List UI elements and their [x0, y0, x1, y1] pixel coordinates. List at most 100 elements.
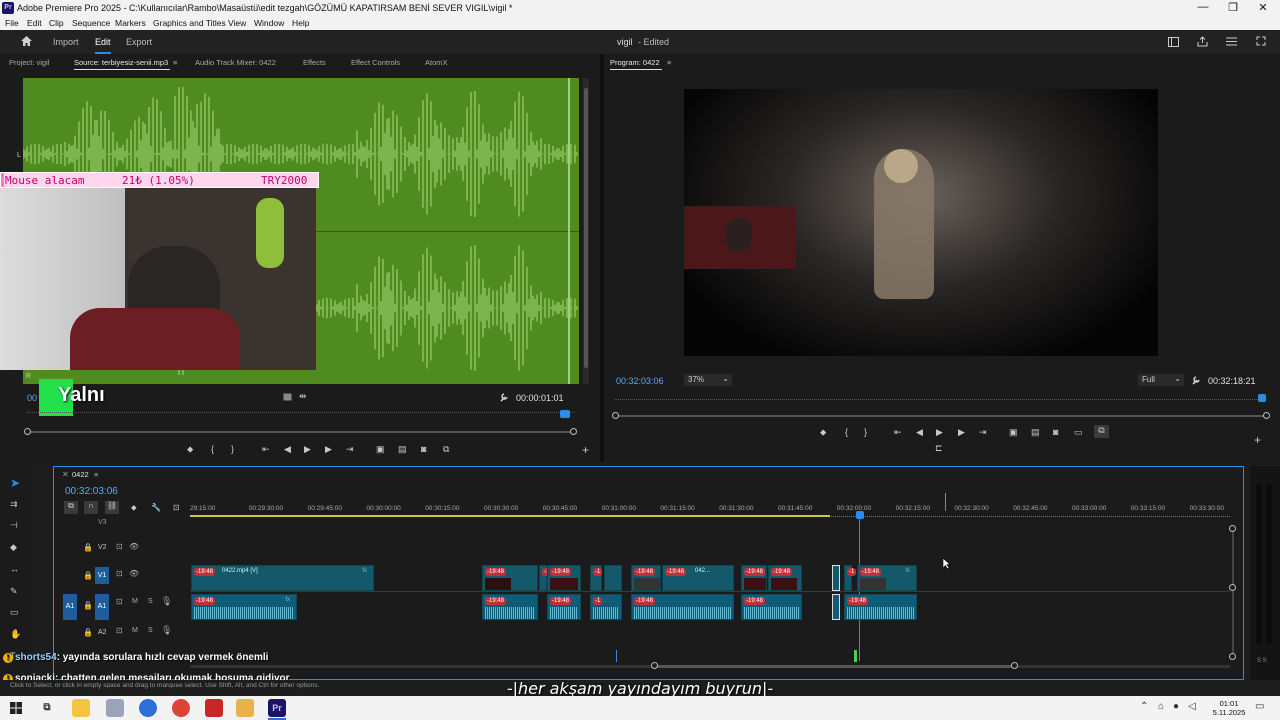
tray-chevron-icon[interactable]: ⌃: [1140, 701, 1148, 712]
tab-source[interactable]: Source: terbiyesiz-senii.mp3: [74, 58, 168, 67]
a2-mute-button[interactable]: M: [132, 627, 138, 634]
sequence-tab[interactable]: 0422: [72, 470, 89, 479]
clock[interactable]: 01:01 5.11.2025: [1207, 699, 1251, 717]
video-clip[interactable]: -19:48 0422.mp4 [V] fx: [191, 565, 374, 591]
razor-tool-icon[interactable]: ◆: [10, 542, 17, 553]
timeline-playhead-handle[interactable]: [856, 511, 864, 519]
menu-view[interactable]: View: [228, 18, 246, 28]
browser-icon[interactable]: [139, 699, 157, 717]
video-clip[interactable]: -19:48: [547, 565, 581, 591]
menu-help[interactable]: Help: [292, 18, 309, 28]
program-zoom-select[interactable]: 37% ⌄: [684, 374, 732, 386]
pen-tool-icon[interactable]: ✎: [10, 586, 18, 597]
program-mark-in-icon[interactable]: {: [845, 427, 848, 437]
menu-file[interactable]: File: [5, 18, 19, 28]
workspace-menu-icon[interactable]: [1226, 37, 1237, 46]
a2-sync-lock-icon[interactable]: ⊡: [116, 626, 123, 635]
source-step-forward-icon[interactable]: ▶: [325, 444, 332, 455]
source-vertical-scrollbar[interactable]: [583, 78, 589, 384]
video-clip[interactable]: -1: [590, 565, 603, 591]
program-mark-out-icon[interactable]: }: [864, 427, 867, 437]
notifications-icon[interactable]: ▭: [1255, 701, 1264, 712]
v2-lock-icon[interactable]: 🔒: [83, 543, 93, 552]
a1-lock-icon[interactable]: 🔒: [83, 601, 93, 610]
vscroll-bottom-handle[interactable]: [1229, 653, 1236, 660]
track-a2-label[interactable]: A2: [98, 629, 107, 636]
mic-tray-icon[interactable]: ●: [1173, 701, 1179, 712]
workspace-edit[interactable]: Edit: [95, 37, 111, 54]
timeline-settings-icon[interactable]: 🔧: [151, 503, 161, 512]
video-clip[interactable]: -1: [844, 565, 857, 591]
audio-clip[interactable]: -19:48: [741, 594, 802, 620]
video-clip[interactable]: -19:48: [768, 565, 802, 591]
media-player-icon[interactable]: [236, 699, 254, 717]
program-zoom-left-handle[interactable]: [612, 412, 619, 419]
track-a1-label[interactable]: A1: [95, 594, 109, 620]
source-zoom-right-handle[interactable]: [570, 428, 577, 435]
linked-selection-icon[interactable]: ⛓: [105, 501, 119, 514]
a2-solo-button[interactable]: S: [148, 627, 153, 634]
restore-button[interactable]: ❐: [1218, 1, 1248, 14]
audio-clip[interactable]: -1: [590, 594, 622, 620]
app-red-icon[interactable]: [205, 699, 223, 717]
a1-solo-button[interactable]: S: [148, 598, 153, 605]
audio-clip[interactable]: -19:48: [547, 594, 581, 620]
selected-audio-clip[interactable]: [832, 594, 840, 620]
audio-clip[interactable]: -19:48: [482, 594, 538, 620]
audio-clip[interactable]: -19:48: [631, 594, 734, 620]
source-timecode[interactable]: 00: [27, 393, 37, 403]
track-select-tool-icon[interactable]: ⇉: [10, 499, 18, 510]
selection-tool-icon[interactable]: ➤: [10, 476, 20, 490]
source-add-button-icon[interactable]: +: [582, 443, 589, 457]
source-zoom-left-handle[interactable]: [24, 428, 31, 435]
program-time-ruler[interactable]: [615, 394, 1265, 400]
source-go-to-out-icon[interactable]: ⇥: [346, 444, 354, 455]
video-clip[interactable]: -1: [539, 565, 552, 591]
rectangle-tool-icon[interactable]: ▭: [10, 607, 19, 618]
source-a1-patch[interactable]: A1: [63, 594, 77, 620]
minimize-button[interactable]: —: [1188, 1, 1218, 13]
nest-toggle-icon[interactable]: ⧉: [64, 501, 78, 514]
workspace-import[interactable]: Import: [53, 37, 79, 47]
program-lift-icon[interactable]: ▣: [1009, 427, 1018, 438]
timeline-close-icon[interactable]: ✕: [62, 470, 69, 479]
timeline-vertical-scrollbar[interactable]: [1232, 527, 1234, 657]
source-export-frame-icon[interactable]: ◙: [421, 444, 426, 454]
source-mark-in-icon[interactable]: {: [211, 444, 214, 454]
program-zoom-right-handle[interactable]: [1263, 412, 1270, 419]
a1-sync-lock-icon[interactable]: ⊡: [116, 597, 123, 606]
program-video-frame[interactable]: [684, 89, 1158, 356]
menu-window[interactable]: Window: [254, 18, 284, 28]
v1-eye-icon[interactable]: 👁: [129, 569, 139, 578]
audio-clip[interactable]: -19:48: [844, 594, 917, 620]
menu-clip[interactable]: Clip: [49, 18, 64, 28]
source-settings-icon[interactable]: [283, 393, 292, 401]
program-playhead-handle[interactable]: [1258, 394, 1266, 402]
video-clip[interactable]: -19:48: [482, 565, 538, 591]
program-tab-menu-icon[interactable]: ≡: [667, 58, 671, 67]
home-icon[interactable]: [20, 35, 33, 47]
source-overwrite-icon[interactable]: ▤: [398, 444, 407, 455]
a2-voiceover-mic-icon[interactable]: 🎙: [161, 625, 172, 636]
program-step-forward-icon[interactable]: ▶: [958, 427, 965, 438]
timeline-horizontal-scrollbar[interactable]: [190, 665, 1230, 668]
program-timecode[interactable]: 00:32:03:06: [616, 376, 664, 386]
source-add-marker-icon[interactable]: ⬥: [187, 444, 193, 455]
tab-audio-track-mixer[interactable]: Audio Track Mixer: 0422: [195, 58, 276, 67]
vscroll-mid-handle[interactable]: [1229, 584, 1236, 591]
ripple-edit-tool-icon[interactable]: ⊣: [10, 520, 18, 531]
tab-atomx[interactable]: AtomX: [425, 58, 448, 67]
audio-clip[interactable]: -19:48 fx: [191, 594, 297, 620]
source-time-ruler[interactable]: [27, 407, 575, 413]
file-explorer-icon[interactable]: [72, 699, 90, 717]
program-zoom-bar[interactable]: [615, 415, 1267, 417]
track-v1-label[interactable]: V1: [95, 567, 109, 584]
task-view-icon[interactable]: ⧉: [38, 699, 56, 717]
sequence-tab-menu-icon[interactable]: ≡: [94, 470, 98, 479]
tab-effects[interactable]: Effects: [303, 58, 326, 67]
video-clip[interactable]: -19:48: [631, 565, 661, 591]
chrome-icon[interactable]: [172, 699, 190, 717]
timeline-scroll-left-handle[interactable]: [651, 662, 658, 669]
program-play-icon[interactable]: ▶: [936, 427, 943, 438]
wrench-icon[interactable]: [499, 392, 509, 402]
